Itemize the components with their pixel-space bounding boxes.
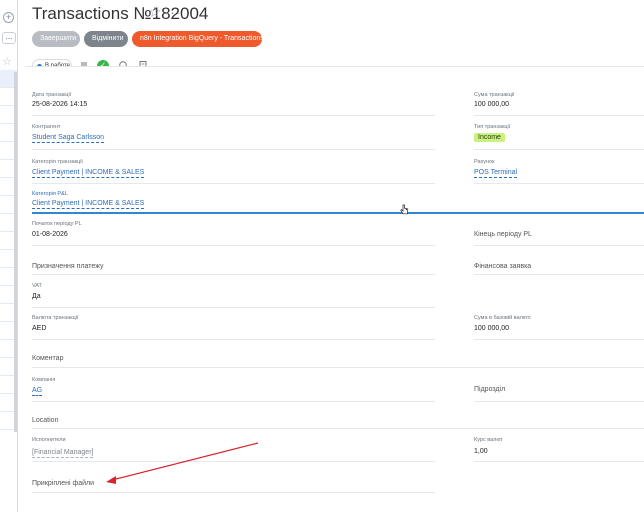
divider [32,183,435,184]
favorite-star-icon[interactable]: ☆ [148,3,161,21]
divider [32,492,435,493]
pl-end-label[interactable]: Кінець періоду PL [474,231,532,238]
more-options-icon[interactable]: ··· [165,5,181,20]
divider [32,307,435,308]
divider [474,183,644,184]
company-label: Компанія [32,377,56,383]
divider [474,461,644,462]
division-label[interactable]: Підрозділ [474,386,505,393]
scrollbar[interactable] [14,72,17,432]
category-label: Категорія транзакції [32,159,83,165]
left-list-panel: + ... ☆ [0,0,18,512]
comment-label[interactable]: Коментар [32,355,63,362]
account-label: Рахунок [474,159,495,165]
company-link[interactable]: AG [32,386,43,396]
add-icon[interactable]: + [3,12,14,23]
transaction-form: Дата транзакції 25-08-2026 14:15 Сума тр… [25,66,644,512]
integration-button[interactable]: n8n Integration BigQuery - Transactions [132,31,264,47]
type-label: Тип транзакції [474,124,511,130]
active-field-underline [32,212,644,214]
counterparty-link[interactable]: Student Saga Carlsson [32,133,104,143]
location-label[interactable]: Location [32,417,58,424]
pl-start-label: Початок періоду PL [32,221,82,227]
divider [474,149,644,150]
divider [474,274,644,275]
amount-label: Сума транзакції [474,92,515,98]
vat-label: VAT [32,283,42,289]
fin-request-label[interactable]: Фінансова заявка [474,263,531,270]
type-badge[interactable]: Income [474,133,505,142]
account-link[interactable]: POS Terminal [474,168,518,178]
rate-value[interactable]: 1,00 [474,448,488,455]
vat-value[interactable]: Да [32,293,41,300]
base-amount-label: Сума в базовій валюті [474,315,531,321]
amount-value[interactable]: 100 000,00 [474,101,509,108]
executor-label: Исполнители [32,437,66,443]
pl-category-link[interactable]: Client Payment | INCOME & SALES [32,199,145,209]
divider [474,401,644,402]
purpose-label[interactable]: Призначення платежу [32,263,103,270]
page-title: Transactions №182004 [32,4,209,23]
date-value[interactable]: 25-08-2026 14:15 [32,101,87,108]
executor-value[interactable]: [Financial Manager] [32,448,94,458]
cancel-button[interactable]: Відмінити [84,31,128,47]
pl-category-label: Категорія P&L [32,191,68,197]
rate-label: Курс валют [474,437,503,443]
divider [32,149,435,150]
star-icon[interactable]: ☆ [2,55,12,68]
divider [32,367,644,368]
divider [32,245,435,246]
counterparty-label: Контрагент [32,124,61,130]
divider [32,461,435,462]
date-label: Дата транзакції [32,92,72,98]
currency-value[interactable]: AED [32,325,46,332]
divider [32,339,435,340]
pl-start-value[interactable]: 01-08-2026 [32,231,68,238]
currency-label: Валюта транзакції [32,315,79,321]
divider [474,245,644,246]
more-icon[interactable]: ... [2,32,16,44]
files-label[interactable]: Прикріплені файли [32,480,94,487]
divider [32,115,435,116]
mouse-cursor-icon [400,202,409,215]
base-amount-value[interactable]: 100 000,00 [474,325,509,332]
divider [32,428,644,429]
finish-button[interactable]: Завершити [32,31,80,47]
divider [474,115,644,116]
category-link[interactable]: Client Payment | INCOME & SALES [32,168,145,178]
divider [32,274,435,275]
divider [32,401,435,402]
divider [474,339,644,340]
